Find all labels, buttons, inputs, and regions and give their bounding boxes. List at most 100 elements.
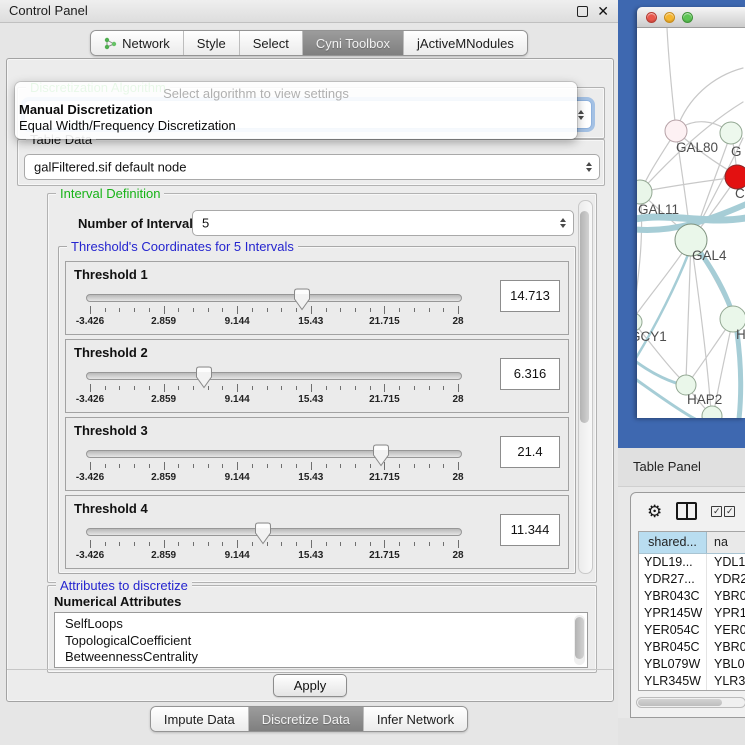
table-row[interactable]: YLR345WYLR3 bbox=[639, 673, 745, 690]
cell-shared-name[interactable]: YDL19... bbox=[639, 554, 707, 571]
float-window-icon[interactable] bbox=[577, 6, 588, 17]
cell-shared-name[interactable]: YBL079W bbox=[639, 656, 707, 673]
threshold-value-field[interactable]: 11.344 bbox=[500, 514, 560, 546]
table-data-combo[interactable]: galFiltered.sif default node bbox=[24, 154, 600, 180]
tick-mark bbox=[384, 384, 385, 392]
attribute-item-selfloops[interactable]: SelfLoops bbox=[65, 616, 587, 633]
cell-shared-name[interactable]: YBR045C bbox=[639, 639, 707, 656]
attribute-item-betweennesscentrality[interactable]: BetweennessCentrality bbox=[65, 649, 587, 666]
number-of-intervals-combo[interactable]: 5 bbox=[192, 210, 574, 236]
numerical-attributes-list[interactable]: SelfLoopsTopologicalCoefficientBetweenne… bbox=[54, 612, 588, 668]
column-header-2[interactable]: na bbox=[707, 532, 745, 553]
network-edge[interactable] bbox=[676, 68, 743, 131]
minimize-traffic-light-icon[interactable] bbox=[664, 12, 675, 23]
slider-handle[interactable] bbox=[254, 522, 272, 545]
network-edge[interactable] bbox=[637, 244, 692, 366]
cell-name[interactable]: YBR0 bbox=[707, 639, 745, 656]
table-row[interactable]: YDR27...YDR2 bbox=[639, 571, 745, 588]
table-row[interactable]: YIL052CYIL0 bbox=[639, 690, 745, 691]
close-icon[interactable]: ✕ bbox=[597, 0, 609, 22]
cell-name[interactable]: YBL0 bbox=[707, 656, 745, 673]
tick-label: 28 bbox=[452, 550, 463, 561]
number-of-intervals-value: 5 bbox=[202, 216, 209, 231]
table-row[interactable]: YBR043CYBR0 bbox=[639, 588, 745, 605]
tab-cyni-toolbox[interactable]: Cyni Toolbox bbox=[302, 31, 403, 55]
tab-network[interactable]: Network bbox=[91, 31, 183, 55]
threshold-slider[interactable]: -3.4262.8599.14415.4321.71528 bbox=[86, 522, 462, 566]
column-header-1[interactable]: shared... bbox=[639, 532, 707, 553]
tick-mark bbox=[326, 308, 327, 312]
settings-gear-icon[interactable]: ⚙ bbox=[647, 503, 662, 520]
slider-handle[interactable] bbox=[293, 288, 311, 311]
tick-mark bbox=[355, 464, 356, 468]
tick-mark bbox=[90, 384, 91, 392]
tick-mark bbox=[267, 464, 268, 468]
tick-mark bbox=[296, 542, 297, 546]
vertical-scrollbar[interactable] bbox=[578, 200, 593, 574]
network-canvas[interactable]: GAL80GCGAL11GAL4GCY1HHAP2 bbox=[637, 28, 745, 418]
node-gal80[interactable] bbox=[665, 120, 687, 142]
threshold-value-field[interactable]: 21.4 bbox=[500, 436, 560, 468]
vertical-scrollbar[interactable] bbox=[574, 615, 585, 665]
table-row[interactable]: YBL079WYBL0 bbox=[639, 656, 745, 673]
cell-shared-name[interactable]: YLR345W bbox=[639, 673, 707, 690]
cell-name[interactable]: YBR0 bbox=[707, 588, 745, 605]
slider-handle[interactable] bbox=[195, 366, 213, 389]
algorithm-option-manual-discretization[interactable]: Manual Discretization bbox=[15, 102, 577, 118]
cell-shared-name[interactable]: YBR043C bbox=[639, 588, 707, 605]
scrollbar-thumb[interactable] bbox=[575, 617, 584, 659]
node-unlabeled-top[interactable] bbox=[720, 122, 742, 144]
tab-style[interactable]: Style bbox=[183, 31, 239, 55]
table-toolbar: ⚙ ✓✓ bbox=[631, 493, 745, 529]
apply-button[interactable]: Apply bbox=[273, 674, 348, 697]
network-graph: GAL80GCGAL11GAL4GCY1HHAP2 bbox=[637, 28, 745, 418]
attribute-item-topologicalcoefficient[interactable]: TopologicalCoefficient bbox=[65, 633, 587, 650]
node-attribute-table[interactable]: shared...naYDL19...YDL1YDR27...YDR2YBR04… bbox=[638, 531, 745, 691]
tab-select[interactable]: Select bbox=[239, 31, 302, 55]
show-columns-icon[interactable]: ✓✓ bbox=[711, 506, 735, 517]
cell-shared-name[interactable]: YIL052C bbox=[639, 690, 707, 691]
tick-label: 2.859 bbox=[151, 316, 176, 327]
cell-shared-name[interactable]: YDR27... bbox=[639, 571, 707, 588]
cell-shared-name[interactable]: YPR145W bbox=[639, 605, 707, 622]
tab-jactivemnodules[interactable]: jActiveMNodules bbox=[403, 31, 527, 55]
table-row[interactable]: YPR145WYPR1 bbox=[639, 605, 745, 622]
tick-mark bbox=[149, 464, 150, 468]
cell-name[interactable]: YDR2 bbox=[707, 571, 745, 588]
horizontal-scrollbar[interactable] bbox=[636, 697, 745, 708]
table-row[interactable]: YER054CYER0 bbox=[639, 622, 745, 639]
table-row[interactable]: YDL19...YDL1 bbox=[639, 554, 745, 571]
tab-infer-network[interactable]: Infer Network bbox=[363, 707, 467, 731]
threshold-slider[interactable]: -3.4262.8599.14415.4321.71528 bbox=[86, 366, 462, 410]
zoom-traffic-light-icon[interactable] bbox=[682, 12, 693, 23]
network-edge[interactable] bbox=[667, 28, 676, 131]
threshold-value-field[interactable]: 6.316 bbox=[500, 358, 560, 390]
algorithm-option-equal-width-frequency-discretization[interactable]: Equal Width/Frequency Discretization bbox=[15, 118, 577, 134]
cell-shared-name[interactable]: YER054C bbox=[639, 622, 707, 639]
tick-mark bbox=[119, 308, 120, 312]
cell-name[interactable]: YER0 bbox=[707, 622, 745, 639]
network-edge[interactable] bbox=[637, 358, 683, 385]
cell-name[interactable]: YLR3 bbox=[707, 673, 745, 690]
threshold-slider[interactable]: -3.4262.8599.14415.4321.71528 bbox=[86, 288, 462, 332]
scrollbar-thumb[interactable] bbox=[638, 699, 722, 706]
cell-name[interactable]: YIL0 bbox=[707, 690, 745, 691]
tick-mark bbox=[252, 386, 253, 390]
algorithm-placeholder: Select algorithm to view settings bbox=[0, 85, 537, 102]
table-row[interactable]: YBR045CYBR0 bbox=[639, 639, 745, 656]
slider-handle[interactable] bbox=[372, 444, 390, 467]
tick-mark bbox=[222, 464, 223, 468]
threshold-slider[interactable]: -3.4262.8599.14415.4321.71528 bbox=[86, 444, 462, 488]
split-view-icon[interactable] bbox=[676, 502, 697, 520]
threshold-value-field[interactable]: 14.713 bbox=[500, 280, 560, 312]
scrollbar-thumb[interactable] bbox=[580, 211, 589, 423]
tab-impute-data[interactable]: Impute Data bbox=[151, 707, 248, 731]
network-edge[interactable] bbox=[637, 217, 745, 220]
cell-name[interactable]: YDL1 bbox=[707, 554, 745, 571]
tick-label: -3.426 bbox=[76, 394, 104, 405]
tab-discretize-data[interactable]: Discretize Data bbox=[248, 707, 363, 731]
cell-name[interactable]: YPR1 bbox=[707, 605, 745, 622]
tick-label: 28 bbox=[452, 394, 463, 405]
close-traffic-light-icon[interactable] bbox=[646, 12, 657, 23]
apply-row: Apply bbox=[7, 674, 613, 697]
